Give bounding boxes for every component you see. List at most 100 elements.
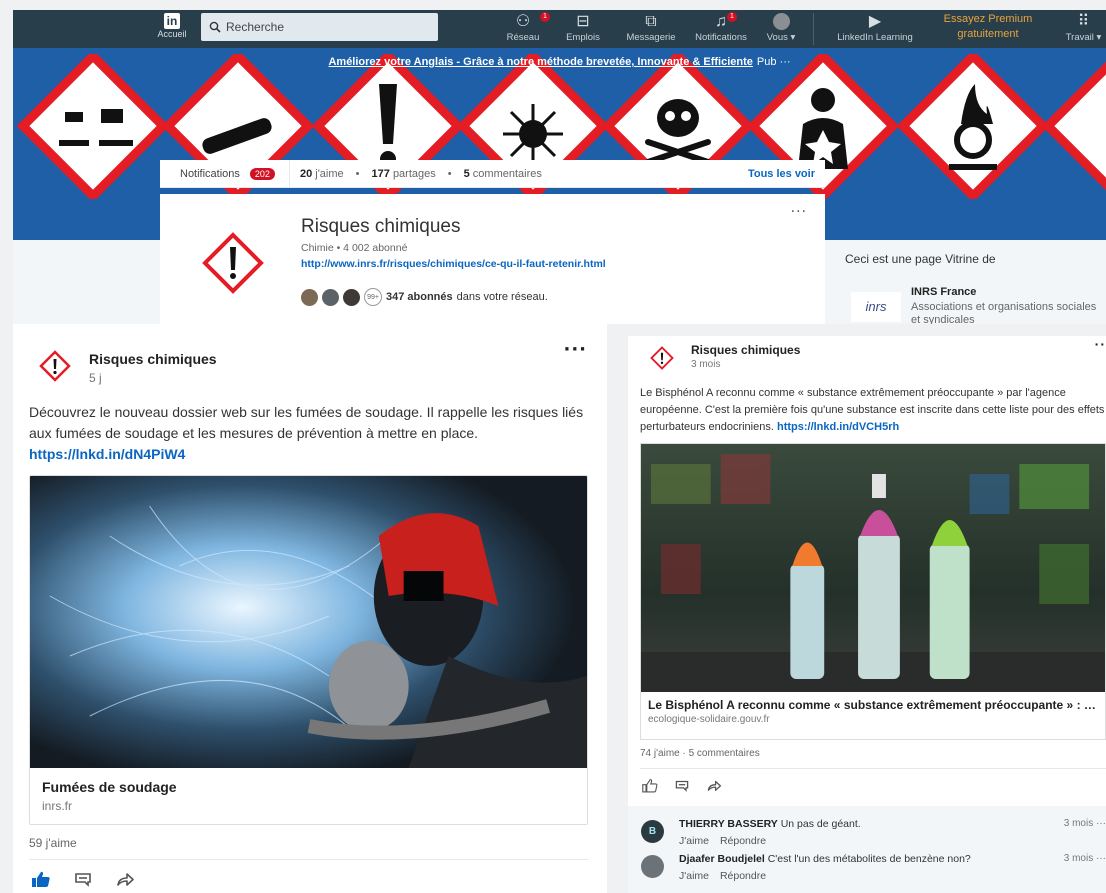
comment-author[interactable]: THIERRY BASSERY — [679, 818, 778, 830]
author-logo-exclamation-icon — [39, 350, 71, 382]
page-logo-exclamation-icon — [202, 232, 264, 294]
avatar — [301, 288, 318, 306]
inrs-logo[interactable]: inrs — [851, 292, 901, 322]
post-link[interactable]: https://lnkd.in/dVCH5rh — [777, 421, 899, 433]
media-caption: Le Bisphénol A reconnu comme « substance… — [641, 692, 1105, 731]
share-icon[interactable] — [706, 778, 722, 793]
author-logo-exclamation-icon — [650, 346, 674, 370]
nav-notifications[interactable]: ♫ 1 Notifications — [689, 12, 753, 46]
comments-stat[interactable]: 5 commentaires — [464, 168, 542, 180]
nav-messaging[interactable]: ⧉ Messagerie — [621, 12, 681, 46]
comment-author[interactable]: Djaafer Boudjelel — [679, 853, 765, 865]
avatar — [759, 12, 803, 32]
post-actions — [642, 778, 722, 793]
comment-text: Djaafer Boudjelel C'est l'un des métabol… — [679, 853, 971, 865]
sponsored-ad[interactable]: Améliorez votre Anglais - Grâce à notre … — [13, 56, 1106, 68]
page-website-link[interactable]: http://www.inrs.fr/risques/chimiques/ce-… — [301, 258, 606, 270]
post-author[interactable]: Risques chimiques — [691, 343, 800, 357]
messaging-icon: ⧉ — [645, 13, 657, 30]
comment-icon[interactable] — [73, 870, 93, 888]
comment-item: Djaafer Boudjelel C'est l'un des métabol… — [641, 853, 1106, 887]
page-meta: Chimie • 4 002 abonné — [301, 242, 408, 254]
feed-post-bisphenol: Risques chimiques 3 mois ·· Le Bisphénol… — [628, 336, 1106, 893]
network-icon: ⚇ 1 — [498, 12, 550, 32]
post-link[interactable]: https://lnkd.in/dN4PiW4 — [29, 446, 185, 462]
org-category: Associations et organisations sociales e… — [911, 301, 1097, 324]
org-name[interactable]: INRS France — [911, 286, 976, 298]
post-media-card[interactable]: Le Bisphénol A reconnu comme « substance… — [640, 443, 1106, 740]
play-icon: ▶ — [868, 13, 882, 30]
shares-stat[interactable]: 177 partages — [372, 168, 436, 180]
search-placeholder: Recherche — [226, 20, 285, 34]
avatar[interactable] — [641, 855, 664, 878]
company-page-card: Risques chimiques Chimie • 4 002 abonné … — [160, 194, 825, 324]
bottle-orange — [790, 542, 825, 679]
comment-reply-button[interactable]: Répondre — [720, 835, 766, 847]
likes-count[interactable]: 59 j'aime — [29, 836, 77, 850]
more-followers-badge: 99+ — [364, 288, 382, 306]
post-media-card[interactable]: Fumées de soudage inrs.fr — [29, 475, 588, 825]
comment-reply-button[interactable]: Répondre — [720, 870, 766, 882]
divider — [640, 768, 1106, 769]
search-input[interactable]: Recherche — [201, 13, 438, 41]
post-text: Le Bisphénol A reconnu comme « substance… — [640, 387, 1105, 433]
post-stats[interactable]: 74 j'aime · 5 commentaires — [640, 748, 760, 759]
briefcase-icon: ⊟ — [576, 13, 590, 30]
feed-post-welding: Risques chimiques 5 j ··· Découvrez le n… — [13, 324, 607, 893]
comment-like-button[interactable]: J'aime — [679, 835, 709, 847]
home-nav-item[interactable]: in Accueil — [156, 13, 188, 39]
comment-text: THIERRY BASSERY Un pas de géant. — [679, 818, 861, 830]
showcase-title: Ceci est une page Vitrine de — [845, 252, 996, 266]
share-icon[interactable] — [115, 870, 135, 888]
bell-icon: ♫ 1 — [689, 12, 753, 32]
comment-actions: J'aime Répondre — [679, 870, 774, 882]
inrs-logo-text: inrs — [865, 299, 887, 314]
baby-bottles-photo — [641, 444, 1105, 692]
premium-link[interactable]: Essayez Premium gratuitement — [933, 12, 1043, 42]
page-title: Risques chimiques — [301, 216, 461, 237]
more-options-icon[interactable]: ··· — [563, 339, 587, 360]
nav-jobs[interactable]: ⊟ Emplois — [560, 12, 606, 46]
home-label: Accueil — [157, 29, 187, 39]
divider — [29, 859, 588, 860]
likes-stat[interactable]: 20 j'aime — [300, 168, 344, 180]
avatar — [343, 288, 360, 306]
like-thumbs-up-icon[interactable] — [31, 870, 51, 888]
nav-me[interactable]: Vous ▾ — [759, 12, 803, 46]
comment-actions: J'aime Répondre — [679, 835, 774, 847]
comment-icon[interactable] — [674, 778, 690, 793]
notifications-label[interactable]: Notifications — [160, 168, 250, 180]
more-options-icon[interactable]: ··· — [791, 204, 807, 220]
avatar[interactable]: B — [641, 820, 664, 843]
corrosive-pictogram-icon — [16, 54, 170, 199]
top-navbar: in Accueil Recherche ⚇ 1 Réseau ⊟ Emplois… — [13, 10, 1106, 48]
nav-learning[interactable]: ▶ LinkedIn Learning — [825, 12, 925, 46]
post-text: Découvrez le nouveau dossier web sur les… — [29, 404, 584, 462]
nav-work[interactable]: ⠿ Travail ▾ — [1061, 12, 1106, 46]
like-thumbs-up-icon[interactable] — [642, 778, 658, 793]
bottle-green — [929, 520, 970, 679]
avatar — [322, 288, 339, 306]
post-time: 5 j — [89, 371, 102, 385]
linkedin-logo-icon: in — [164, 13, 180, 29]
post-time: 3 mois — [691, 359, 721, 370]
notifications-summary-bar: Notifications 202 20 j'aime • 177 partag… — [160, 159, 825, 188]
see-all-link[interactable]: Tous les voir — [748, 168, 815, 180]
nav-divider — [813, 13, 814, 45]
media-title[interactable]: Fumées de soudage — [42, 779, 575, 795]
comments-section: B THIERRY BASSERY Un pas de géant. J'aim… — [628, 806, 1106, 893]
welding-photo — [30, 476, 587, 768]
network-followers[interactable]: 99+ 347 abonnés dans votre réseau. — [301, 288, 548, 306]
media-title[interactable]: Le Bisphénol A reconnu comme « substance… — [648, 698, 1098, 712]
more-options-icon[interactable]: ·· — [1095, 336, 1106, 352]
nav-network[interactable]: ⚇ 1 Réseau — [498, 12, 550, 46]
page-header-screenshot: in Accueil Recherche ⚇ 1 Réseau ⊟ Emplois… — [13, 10, 1106, 324]
search-icon — [209, 21, 221, 33]
hazard-pictogram-partial-icon — [1041, 61, 1106, 191]
post-author[interactable]: Risques chimiques — [89, 351, 217, 367]
media-source: ecologique-solidaire.gouv.fr — [648, 714, 770, 725]
comment-time: 3 mois ··· — [1063, 853, 1106, 864]
notifications-count-badge: 202 — [249, 167, 275, 180]
comment-like-button[interactable]: J'aime — [679, 870, 709, 882]
post-actions — [31, 870, 135, 888]
